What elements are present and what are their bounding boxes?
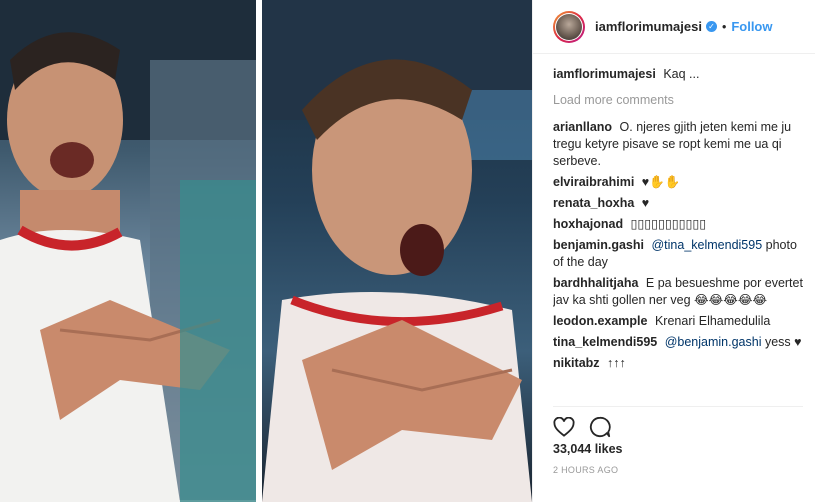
caption-username[interactable]: iamflorimumajesi bbox=[553, 67, 656, 81]
comment-text: ♥ bbox=[641, 196, 650, 210]
instagram-post: iamflorimumajesi ✓ • Follow iamflorimuma… bbox=[0, 0, 815, 502]
load-more-comments-button[interactable]: Load more comments bbox=[553, 93, 803, 107]
photo-left-panel bbox=[0, 0, 256, 502]
post-header: iamflorimumajesi ✓ • Follow bbox=[533, 0, 815, 54]
comment-text: Krenari Elhamedulila bbox=[654, 314, 771, 328]
comment-username[interactable]: benjamin.gashi bbox=[553, 238, 644, 252]
player-left-illustration bbox=[0, 0, 256, 502]
comments-list: iamflorimumajesi Kaq ... Load more comme… bbox=[553, 66, 803, 406]
comment-username[interactable]: hoxhajonad bbox=[553, 217, 623, 231]
post-timestamp[interactable]: 2 HOURS AGO bbox=[553, 465, 618, 475]
likes-count[interactable]: 33,044 likes bbox=[553, 442, 623, 456]
verified-badge-icon: ✓ bbox=[705, 21, 717, 32]
comment-username[interactable]: tina_kelmendi595 bbox=[553, 335, 657, 349]
comment-item: renata_hoxha ♥ bbox=[553, 195, 803, 212]
comment-username[interactable]: nikitabz bbox=[553, 356, 600, 370]
comment-item: leodon.example Krenari Elhamedulila bbox=[553, 313, 803, 330]
comment-item: elviraibrahimi ♥✋✋ bbox=[553, 174, 803, 191]
comment-username[interactable]: renata_hoxha bbox=[553, 196, 634, 210]
comment-item: nikitabz ↑↑↑ bbox=[553, 355, 803, 372]
avatar[interactable] bbox=[553, 10, 585, 43]
avatar-photo bbox=[556, 13, 582, 40]
comment-text: ▯▯▯▯▯▯▯▯▯▯▯ bbox=[630, 217, 707, 231]
post-image[interactable] bbox=[0, 0, 532, 502]
comment-username[interactable]: leodon.example bbox=[553, 314, 647, 328]
caption: iamflorimumajesi Kaq ... bbox=[553, 66, 803, 83]
follow-button[interactable]: Follow bbox=[731, 19, 772, 34]
heart-icon[interactable] bbox=[553, 416, 575, 438]
comment-item: arianllano O. njeres gjith jeten kemi me… bbox=[553, 119, 803, 170]
header-username[interactable]: iamflorimumajesi bbox=[595, 19, 702, 34]
comment-text: ↑↑↑ bbox=[607, 356, 626, 370]
caption-text: Kaq ... bbox=[663, 67, 700, 81]
comment-icon[interactable] bbox=[589, 416, 611, 438]
comment-item: bardhhalitjaha E pa besueshme por everte… bbox=[553, 275, 803, 309]
comment-item: hoxhajonad ▯▯▯▯▯▯▯▯▯▯▯ bbox=[553, 216, 803, 233]
player-right-illustration bbox=[262, 0, 532, 502]
comment-mention[interactable]: @tina_kelmendi595 bbox=[651, 238, 762, 252]
comment-text: yess ♥ bbox=[764, 335, 802, 349]
photo-right-panel bbox=[262, 0, 532, 502]
comment-username[interactable]: bardhhalitjaha bbox=[553, 276, 638, 290]
comment-text: ♥✋✋ bbox=[641, 175, 681, 189]
comment-username[interactable]: arianllano bbox=[553, 120, 612, 134]
post-actions bbox=[553, 406, 803, 446]
header-separator: • bbox=[721, 19, 727, 34]
comment-username[interactable]: elviraibrahimi bbox=[553, 175, 634, 189]
comment-mention[interactable]: @benjamin.gashi bbox=[665, 335, 762, 349]
comment-item: benjamin.gashi @tina_kelmendi595 photo o… bbox=[553, 237, 803, 271]
post-sidebar: iamflorimumajesi ✓ • Follow iamflorimuma… bbox=[532, 0, 815, 502]
comment-item: tina_kelmendi595 @benjamin.gashi yess ♥ bbox=[553, 334, 803, 351]
